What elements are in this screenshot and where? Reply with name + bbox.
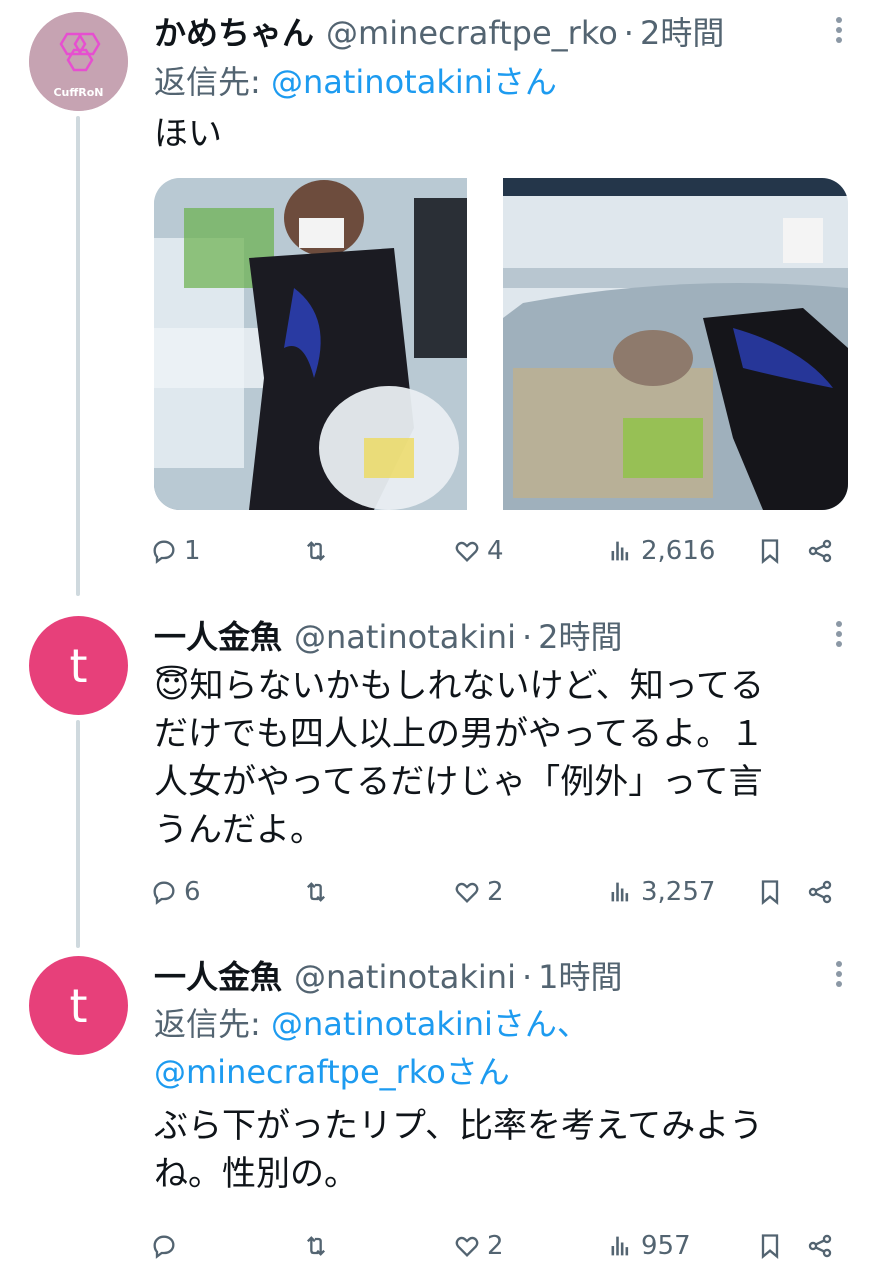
separator-dot: · bbox=[623, 14, 634, 52]
avatar[interactable]: t bbox=[29, 956, 128, 1055]
svg-text:CuffRoN: CuffRoN bbox=[53, 86, 103, 99]
separator-dot: · bbox=[521, 958, 533, 996]
bookmark-button[interactable] bbox=[756, 531, 784, 571]
tweet-text: ほい bbox=[154, 114, 222, 154]
more-icon[interactable] bbox=[831, 14, 847, 48]
text-line: だけでも四人以上の男がやってるよ。１ bbox=[154, 714, 765, 754]
user-handle[interactable]: @minecraftpe_rko bbox=[326, 14, 618, 52]
like-count: 4 bbox=[487, 536, 504, 566]
retweet-button[interactable] bbox=[302, 1226, 336, 1266]
view-count: 957 bbox=[641, 1231, 691, 1261]
text-line: ね。性別の。 bbox=[154, 1154, 358, 1194]
reply-count: 6 bbox=[184, 877, 201, 907]
bookmark-icon bbox=[761, 880, 779, 905]
retweet-icon bbox=[307, 882, 325, 902]
like-count: 2 bbox=[487, 877, 504, 907]
bookmark-button[interactable] bbox=[756, 1226, 784, 1266]
views-icon bbox=[611, 882, 629, 902]
share-button[interactable] bbox=[806, 531, 834, 571]
like-button[interactable]: 2 bbox=[453, 872, 504, 912]
like-icon bbox=[455, 541, 479, 562]
views-button[interactable]: 3,257 bbox=[607, 872, 715, 912]
reply-icon bbox=[153, 881, 175, 905]
bookmark-icon bbox=[761, 1234, 779, 1259]
tweet[interactable]: CuffRoN かめちゃん @minecraftpe_rko · 2時間 返信先… bbox=[0, 0, 877, 600]
timestamp[interactable]: 1時間 bbox=[538, 952, 622, 998]
photo-1[interactable] bbox=[154, 178, 467, 510]
like-count: 2 bbox=[487, 1231, 504, 1261]
view-count: 2,616 bbox=[641, 536, 716, 566]
text-line: 😇知らないかもしれないけど、知ってる bbox=[154, 666, 765, 706]
action-bar: 1 4 2,616 bbox=[150, 531, 840, 571]
reply-icon bbox=[153, 1235, 175, 1259]
display-name[interactable]: 一人金魚 bbox=[154, 952, 282, 998]
tweet-header: かめちゃん @minecraftpe_rko · 2時間 bbox=[154, 8, 847, 52]
more-icon[interactable] bbox=[831, 618, 847, 652]
share-button[interactable] bbox=[806, 872, 834, 912]
avatar[interactable]: CuffRoN bbox=[29, 12, 128, 111]
timestamp[interactable]: 2時間 bbox=[640, 8, 724, 54]
action-bar: 2 957 bbox=[150, 1226, 840, 1266]
like-icon bbox=[455, 1236, 479, 1257]
reply-button[interactable]: 1 bbox=[150, 531, 201, 571]
reply-to-link[interactable]: @minecraftpe_rkoさん bbox=[154, 1053, 510, 1091]
media-grid[interactable] bbox=[154, 178, 848, 510]
reply-to: 返信先: @natinotakiniさん、 @minecraftpe_rkoさん bbox=[154, 1000, 847, 1096]
retweet-icon bbox=[307, 541, 325, 561]
share-icon bbox=[808, 539, 832, 563]
views-button[interactable]: 2,616 bbox=[607, 531, 715, 571]
reply-to-link[interactable]: @natinotakiniさん、 bbox=[271, 1005, 589, 1043]
tweet-header: 一人金魚 @natinotakini · 2時間 bbox=[154, 612, 847, 656]
reply-button[interactable] bbox=[150, 1226, 184, 1266]
reply-to-label: 返信先: bbox=[154, 63, 271, 101]
bookmark-icon bbox=[761, 539, 779, 564]
reply-to-link[interactable]: @natinotakiniさん bbox=[271, 63, 557, 101]
display-name[interactable]: かめちゃん bbox=[154, 8, 314, 54]
action-bar: 6 2 3,257 bbox=[150, 872, 840, 912]
text-line: 人女がやってるだけじゃ「例外」って言 bbox=[154, 762, 763, 802]
text-line: うんだよ。 bbox=[154, 810, 324, 850]
timestamp[interactable]: 2時間 bbox=[538, 612, 622, 658]
separator-dot: · bbox=[521, 618, 533, 656]
views-button[interactable]: 957 bbox=[607, 1226, 691, 1266]
retweet-button[interactable] bbox=[302, 872, 336, 912]
tweet[interactable]: t 一人金魚 @natinotakini · 1時間 返信先: @natinot… bbox=[0, 940, 877, 1280]
bookmark-button[interactable] bbox=[756, 872, 784, 912]
avatar[interactable]: t bbox=[29, 616, 128, 715]
share-button[interactable] bbox=[806, 1226, 834, 1266]
tweet[interactable]: t 一人金魚 @natinotakini · 2時間 😇知らないかもしれないけど… bbox=[0, 600, 877, 940]
view-count: 3,257 bbox=[641, 877, 716, 907]
user-handle[interactable]: @natinotakini bbox=[294, 618, 516, 656]
display-name[interactable]: 一人金魚 bbox=[154, 612, 282, 658]
reply-button[interactable]: 6 bbox=[150, 872, 201, 912]
tweet-text: 😇知らないかもしれないけど、知ってる だけでも四人以上の男がやってるよ。１ 人女… bbox=[154, 662, 847, 854]
views-icon bbox=[611, 1236, 629, 1256]
like-button[interactable]: 2 bbox=[453, 1226, 504, 1266]
tweet-text: ぶら下がったリプ、比率を考えてみよう ね。性別の。 bbox=[154, 1102, 847, 1198]
retweet-button[interactable] bbox=[302, 531, 336, 571]
user-handle[interactable]: @natinotakini bbox=[294, 958, 516, 996]
views-icon bbox=[611, 541, 629, 561]
share-icon bbox=[808, 1234, 832, 1258]
reply-to: 返信先: @natinotakiniさん bbox=[154, 58, 847, 106]
tweet-header: 一人金魚 @natinotakini · 1時間 bbox=[154, 952, 847, 996]
more-icon[interactable] bbox=[831, 958, 847, 992]
reply-to-label: 返信先: bbox=[154, 1005, 271, 1043]
like-icon bbox=[455, 882, 479, 903]
photo-2[interactable] bbox=[503, 178, 848, 510]
like-button[interactable]: 4 bbox=[453, 531, 504, 571]
reply-icon bbox=[153, 540, 175, 564]
retweet-icon bbox=[307, 1236, 325, 1256]
text-line: ぶら下がったリプ、比率を考えてみよう bbox=[154, 1106, 764, 1146]
share-icon bbox=[808, 880, 832, 904]
reply-count: 1 bbox=[184, 536, 201, 566]
